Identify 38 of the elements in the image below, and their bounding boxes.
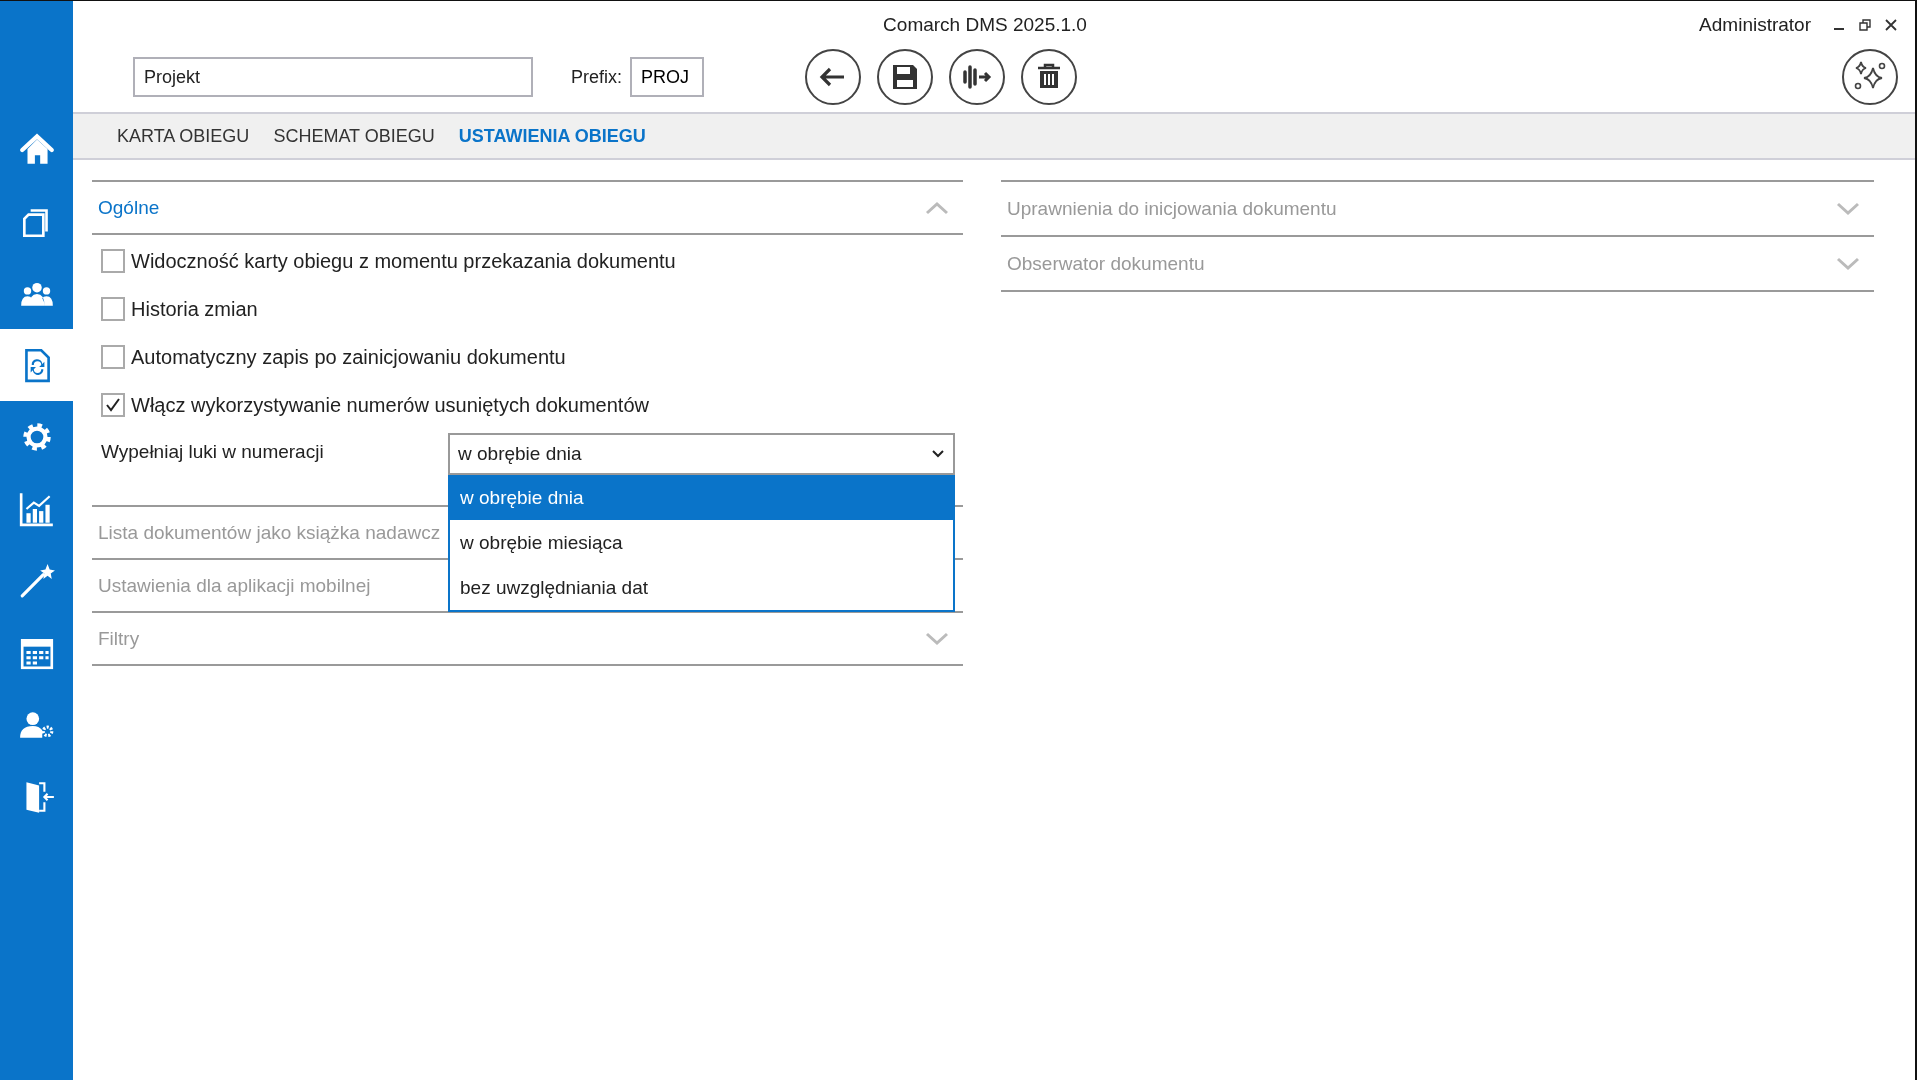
checkbox-label: Widoczność karty obiegu z momentu przekazania dokumentu <box>131 249 676 273</box>
check-mark-icon <box>105 397 121 413</box>
tab[interactable]: KARTA OBIEGU <box>117 125 250 147</box>
checkbox-label: Automatyczny zapis po zainicjowaniu dokumentu <box>131 345 566 369</box>
dropdown[interactable]: w obrębie dnia <box>448 433 955 475</box>
dropdown-option[interactable]: w obrębie miesiąca <box>450 520 953 565</box>
chart-icon <box>17 490 56 528</box>
section-title[interactable]: Filtry <box>98 627 140 650</box>
delete-button[interactable] <box>1020 48 1078 106</box>
name-field[interactable]: Projekt <box>133 57 533 97</box>
field-label: Wypełniaj luki w numeracji <box>101 440 325 463</box>
back-button[interactable] <box>804 48 862 106</box>
section-title[interactable]: Ogólne <box>98 196 160 219</box>
checkbox[interactable] <box>101 345 125 369</box>
prefix-label: Prefix: <box>571 66 622 88</box>
checkbox-label: Włącz wykorzystywanie numerów usuniętych dokumentów <box>131 393 649 417</box>
checkbox[interactable] <box>101 249 125 273</box>
user-name: Administrator <box>1699 14 1811 36</box>
window-title: Comarch DMS 2025.1.0 <box>883 14 1087 36</box>
sparkle-button[interactable] <box>1841 48 1899 106</box>
prefix-field[interactable]: PROJ <box>630 57 704 97</box>
section-title[interactable]: Ustawienia dla aplikacji mobilnej <box>98 574 371 597</box>
close-icon[interactable] <box>1885 19 1897 31</box>
checkbox[interactable] <box>101 393 125 417</box>
section-title[interactable]: Lista dokumentów jako książka nadawcz <box>98 521 441 544</box>
section-title[interactable]: Uprawnienia do inicjowania dokumentu <box>1007 197 1337 220</box>
dropdown-option[interactable]: w obrębie dnia <box>450 475 953 520</box>
sidebar-item[interactable] <box>0 329 73 401</box>
checkbox-label: Historia zmian <box>131 297 258 321</box>
forward-button[interactable] <box>948 48 1006 106</box>
tab[interactable]: USTAWIENIA OBIEGU <box>458 125 646 147</box>
dropdown-option[interactable]: bez uwzględniania dat <box>450 565 953 610</box>
checkbox[interactable] <box>101 297 125 321</box>
chevron-down-icon <box>931 449 945 459</box>
save-button[interactable] <box>876 48 934 106</box>
tab[interactable]: SCHEMAT OBIEGU <box>273 125 435 147</box>
section-title[interactable]: Obserwator dokumentu <box>1007 252 1205 275</box>
restore-icon[interactable] <box>1859 19 1871 31</box>
